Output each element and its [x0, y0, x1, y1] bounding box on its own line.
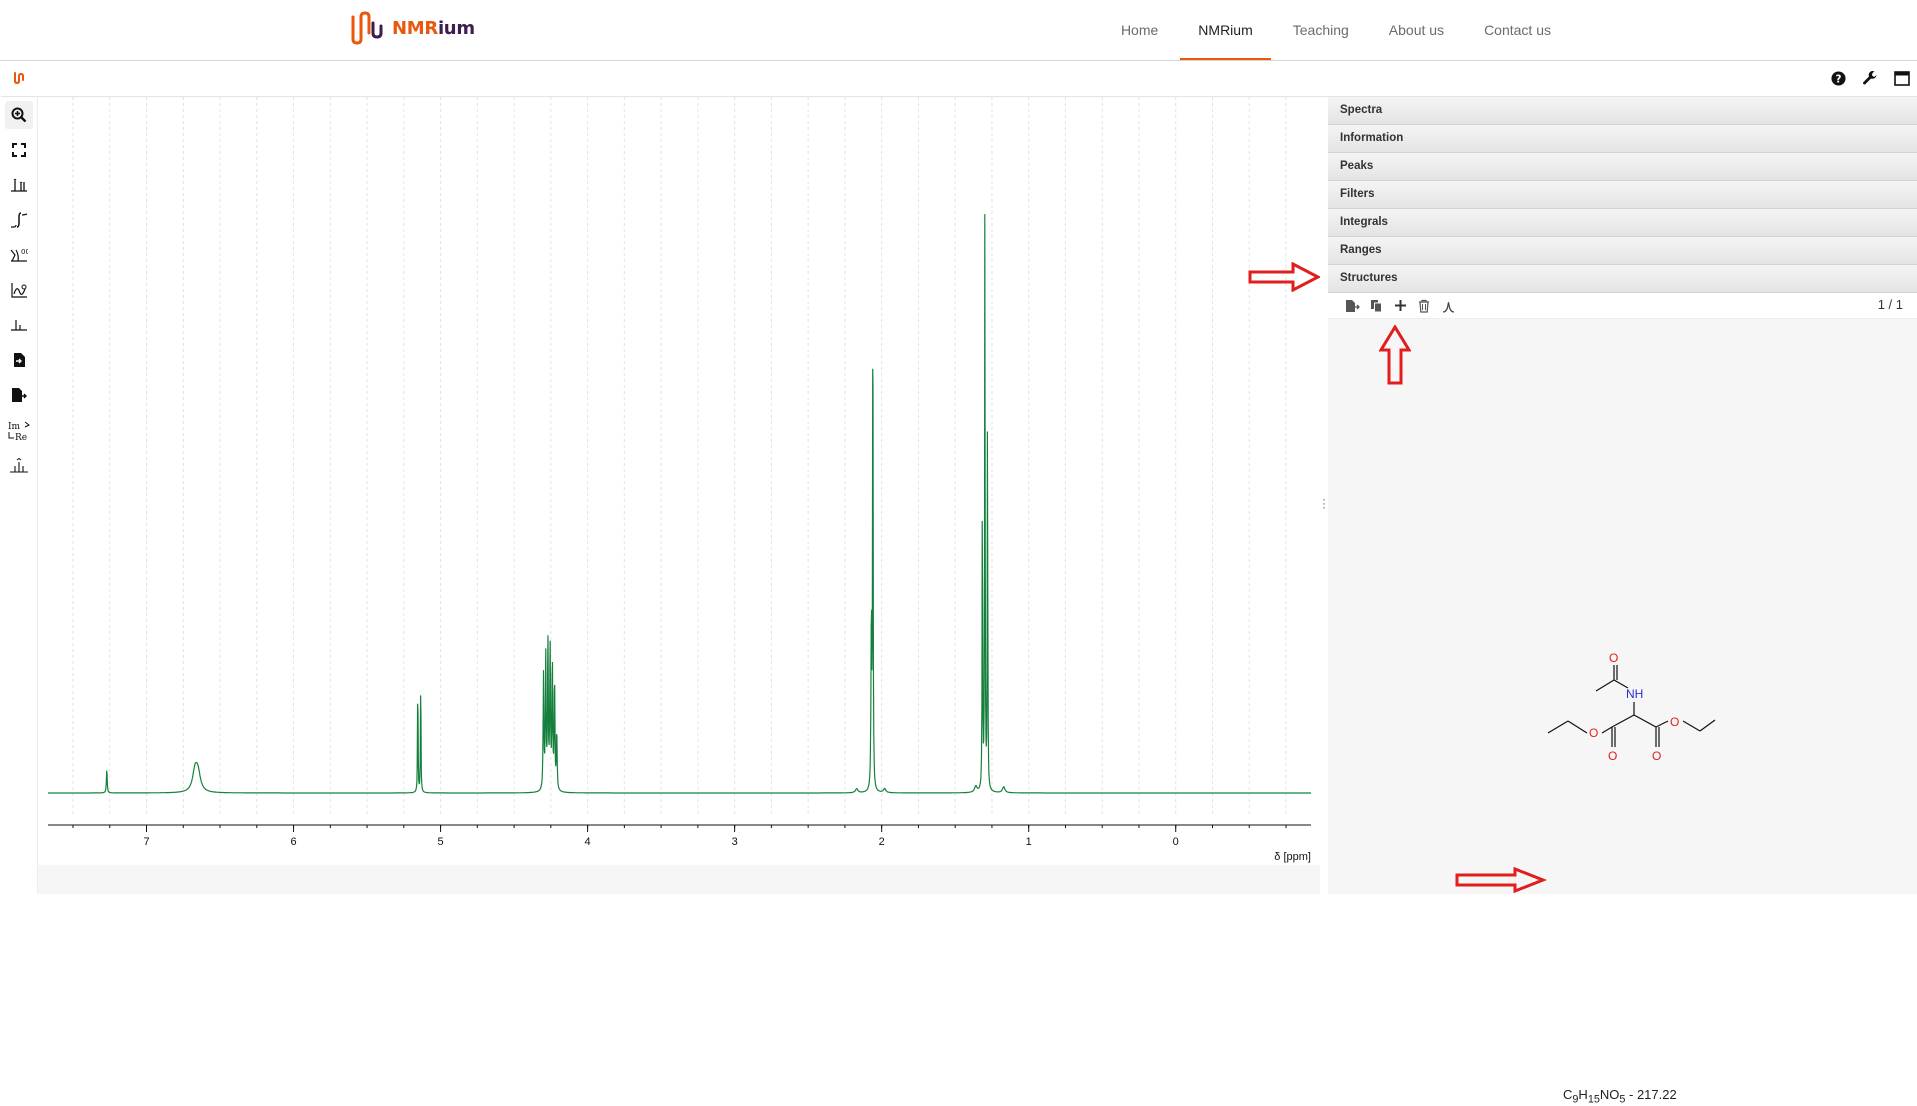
molecular-formula: C9H15NO5 - 217.22: [1563, 1087, 1677, 1106]
annotation-arrow-right-formula: [1455, 867, 1547, 893]
x-axis-ticks: 7 6 5 4 3 2 1 0: [72, 825, 1287, 848]
atom-nh: NH: [1626, 687, 1643, 701]
nav-teaching[interactable]: Teaching: [1273, 0, 1369, 60]
x-axis-label: δ [ppm]: [1274, 851, 1311, 863]
logo-text: NMRium: [392, 18, 475, 39]
atom-o-right: O: [1670, 715, 1679, 729]
logo-wave-icon: [351, 11, 383, 45]
x-axis-tick-label: 7: [143, 836, 149, 848]
atom-o-top: O: [1609, 651, 1618, 665]
svg-text:?: ?: [1835, 73, 1841, 85]
zoom-in-icon[interactable]: [5, 101, 33, 129]
panel-filters[interactable]: Filters: [1328, 181, 1917, 209]
x-axis-tick-label: 5: [438, 836, 444, 848]
nav-contact-us[interactable]: Contact us: [1464, 0, 1571, 60]
structure-view: O NH O O O O C9H15NO5 - 217.22: [1328, 310, 1917, 1106]
atom-o-bottom-right: O: [1652, 749, 1661, 763]
spectrum-footer: [38, 865, 1320, 894]
baseline-correction-icon[interactable]: [5, 311, 33, 339]
formula-no: NO: [1599, 1087, 1620, 1102]
panel-information[interactable]: Information: [1328, 125, 1917, 153]
real-imaginary-icon[interactable]: Im Re: [5, 417, 33, 445]
spectrum-curve: [48, 214, 1311, 794]
nmrium-mini-logo-icon[interactable]: [13, 71, 27, 85]
annotation-arrow-right-structures: [1248, 262, 1320, 292]
spectrum-grid: [72, 97, 1287, 817]
x-axis-tick-label: 4: [585, 836, 591, 848]
left-toolbar: 00 Im Re: [1, 97, 38, 894]
zero-filling-icon[interactable]: 00: [5, 241, 33, 269]
wrench-icon[interactable]: [1861, 69, 1879, 87]
atom-o-left: O: [1589, 726, 1598, 740]
formula-h: H: [1578, 1087, 1588, 1102]
spectrum-viewer[interactable]: 7 6 5 4 3 2 1 0 δ [ppm]: [38, 97, 1320, 865]
nmrium-logo[interactable]: NMRium: [350, 10, 475, 46]
nav-nmrium[interactable]: NMRium: [1178, 0, 1272, 60]
molecule-structure[interactable]: O NH O O O O: [1538, 650, 1718, 790]
import-icon[interactable]: [5, 346, 33, 374]
formula-mass: - 217.22: [1625, 1087, 1677, 1102]
x-axis-tick-label: 3: [732, 836, 738, 848]
full-view-icon[interactable]: [5, 136, 33, 164]
formula-c: C: [1563, 1087, 1573, 1102]
nav-home[interactable]: Home: [1101, 0, 1178, 60]
right-panels: Spectra Information Peaks Filters Integr…: [1328, 97, 1917, 1106]
x-axis-tick-label: 0: [1173, 836, 1179, 848]
panel-peaks[interactable]: Peaks: [1328, 153, 1917, 181]
atom-o-bottom-left: O: [1608, 749, 1617, 763]
logo-text-ium: ium: [437, 17, 475, 39]
integral-icon[interactable]: [5, 206, 33, 234]
panel-spectra[interactable]: Spectra: [1328, 97, 1917, 125]
annotation-arrow-up-add: [1379, 325, 1411, 385]
fullscreen-icon[interactable]: [1893, 69, 1911, 87]
phase-correction-icon[interactable]: [5, 276, 33, 304]
svg-text:00: 00: [21, 248, 28, 256]
svg-text:Im: Im: [8, 422, 21, 432]
app-header: ?: [1, 61, 1917, 97]
logo-text-nmr: NMR: [392, 17, 438, 39]
nav-about-us[interactable]: About us: [1369, 0, 1464, 60]
peak-picking-icon[interactable]: [5, 171, 33, 199]
app-header-actions: ?: [1829, 69, 1911, 87]
spectrum-line: [48, 214, 1311, 794]
svg-text:Re: Re: [15, 433, 27, 442]
x-axis-tick-label: 6: [290, 836, 296, 848]
formula-h-count: 15: [1587, 1093, 1600, 1106]
nav-links: Home NMRium Teaching About us Contact us: [1101, 0, 1571, 60]
panel-splitter[interactable]: · · ·: [1320, 97, 1328, 894]
splitter-handle-icon[interactable]: · · ·: [1322, 493, 1326, 513]
panel-integrals[interactable]: Integrals: [1328, 209, 1917, 237]
panel-structures[interactable]: Structures: [1328, 265, 1917, 293]
export-icon[interactable]: [5, 381, 33, 409]
help-icon[interactable]: ?: [1829, 69, 1847, 87]
spectrum-chart[interactable]: 7 6 5 4 3 2 1 0 δ [ppm]: [38, 97, 1320, 865]
site-navigation: NMRium Home NMRium Teaching About us Con…: [0, 0, 1917, 61]
x-axis-tick-label: 2: [879, 836, 885, 848]
multiplet-analysis-icon[interactable]: [5, 452, 33, 480]
x-axis-tick-label: 1: [1026, 836, 1032, 848]
panel-ranges[interactable]: Ranges: [1328, 237, 1917, 265]
